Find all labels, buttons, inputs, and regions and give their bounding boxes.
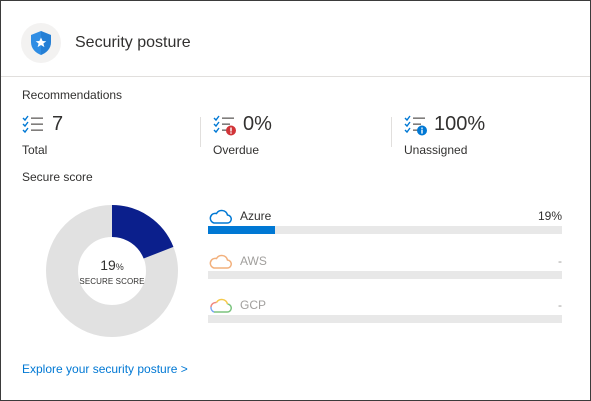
metric-divider xyxy=(200,117,201,147)
cloud-icon xyxy=(210,298,232,313)
secure-score-caption: SECURE SCORE xyxy=(79,277,145,286)
metric-divider xyxy=(391,117,392,147)
card-title: Security posture xyxy=(75,34,191,51)
secure-score-value: 19% xyxy=(46,257,178,273)
metric-unassigned-label: Unassigned xyxy=(404,143,468,157)
provider-name: GCP xyxy=(240,298,267,312)
metric-total-label: Total xyxy=(22,143,48,157)
provider-percent: - xyxy=(558,298,562,312)
checklist-icon xyxy=(22,115,43,134)
provider-progress-track xyxy=(208,271,562,279)
security-posture-icon xyxy=(21,23,61,63)
shield-star-icon xyxy=(31,31,51,55)
checklist-unassigned-icon xyxy=(404,115,427,136)
security-posture-card: Security posture Recommendations 7 Total xyxy=(0,0,591,401)
checklist-overdue-icon xyxy=(213,115,236,136)
provider-name: AWS xyxy=(240,254,267,268)
secure-score-center: 19% SECURE SCORE xyxy=(46,205,178,337)
provider-progress-track xyxy=(208,226,562,234)
provider-row-aws[interactable]: AWS - xyxy=(208,253,562,289)
metric-overdue-value: 0% xyxy=(243,113,272,135)
recommendations-label: Recommendations xyxy=(22,88,123,102)
provider-percent: - xyxy=(558,254,562,268)
secure-score-label: Secure score xyxy=(22,170,93,184)
provider-row-azure[interactable]: Azure 19% xyxy=(208,208,562,244)
metric-overdue-label: Overdue xyxy=(213,143,260,157)
metric-unassigned-value: 100% xyxy=(434,113,486,135)
header-divider xyxy=(1,76,590,77)
secure-score-unit: % xyxy=(115,262,124,272)
provider-row-gcp[interactable]: GCP - xyxy=(208,297,562,333)
cloud-icon xyxy=(209,209,232,224)
metric-total-value: 7 xyxy=(52,113,64,135)
explore-security-posture-link[interactable]: Explore your security posture > xyxy=(22,362,188,376)
provider-progress-track xyxy=(208,315,562,323)
cloud-icon xyxy=(209,254,232,269)
provider-percent: 19% xyxy=(537,209,562,223)
provider-progress-fill xyxy=(208,226,276,234)
provider-name: Azure xyxy=(240,209,272,223)
secure-score-number: 19 xyxy=(100,257,116,273)
